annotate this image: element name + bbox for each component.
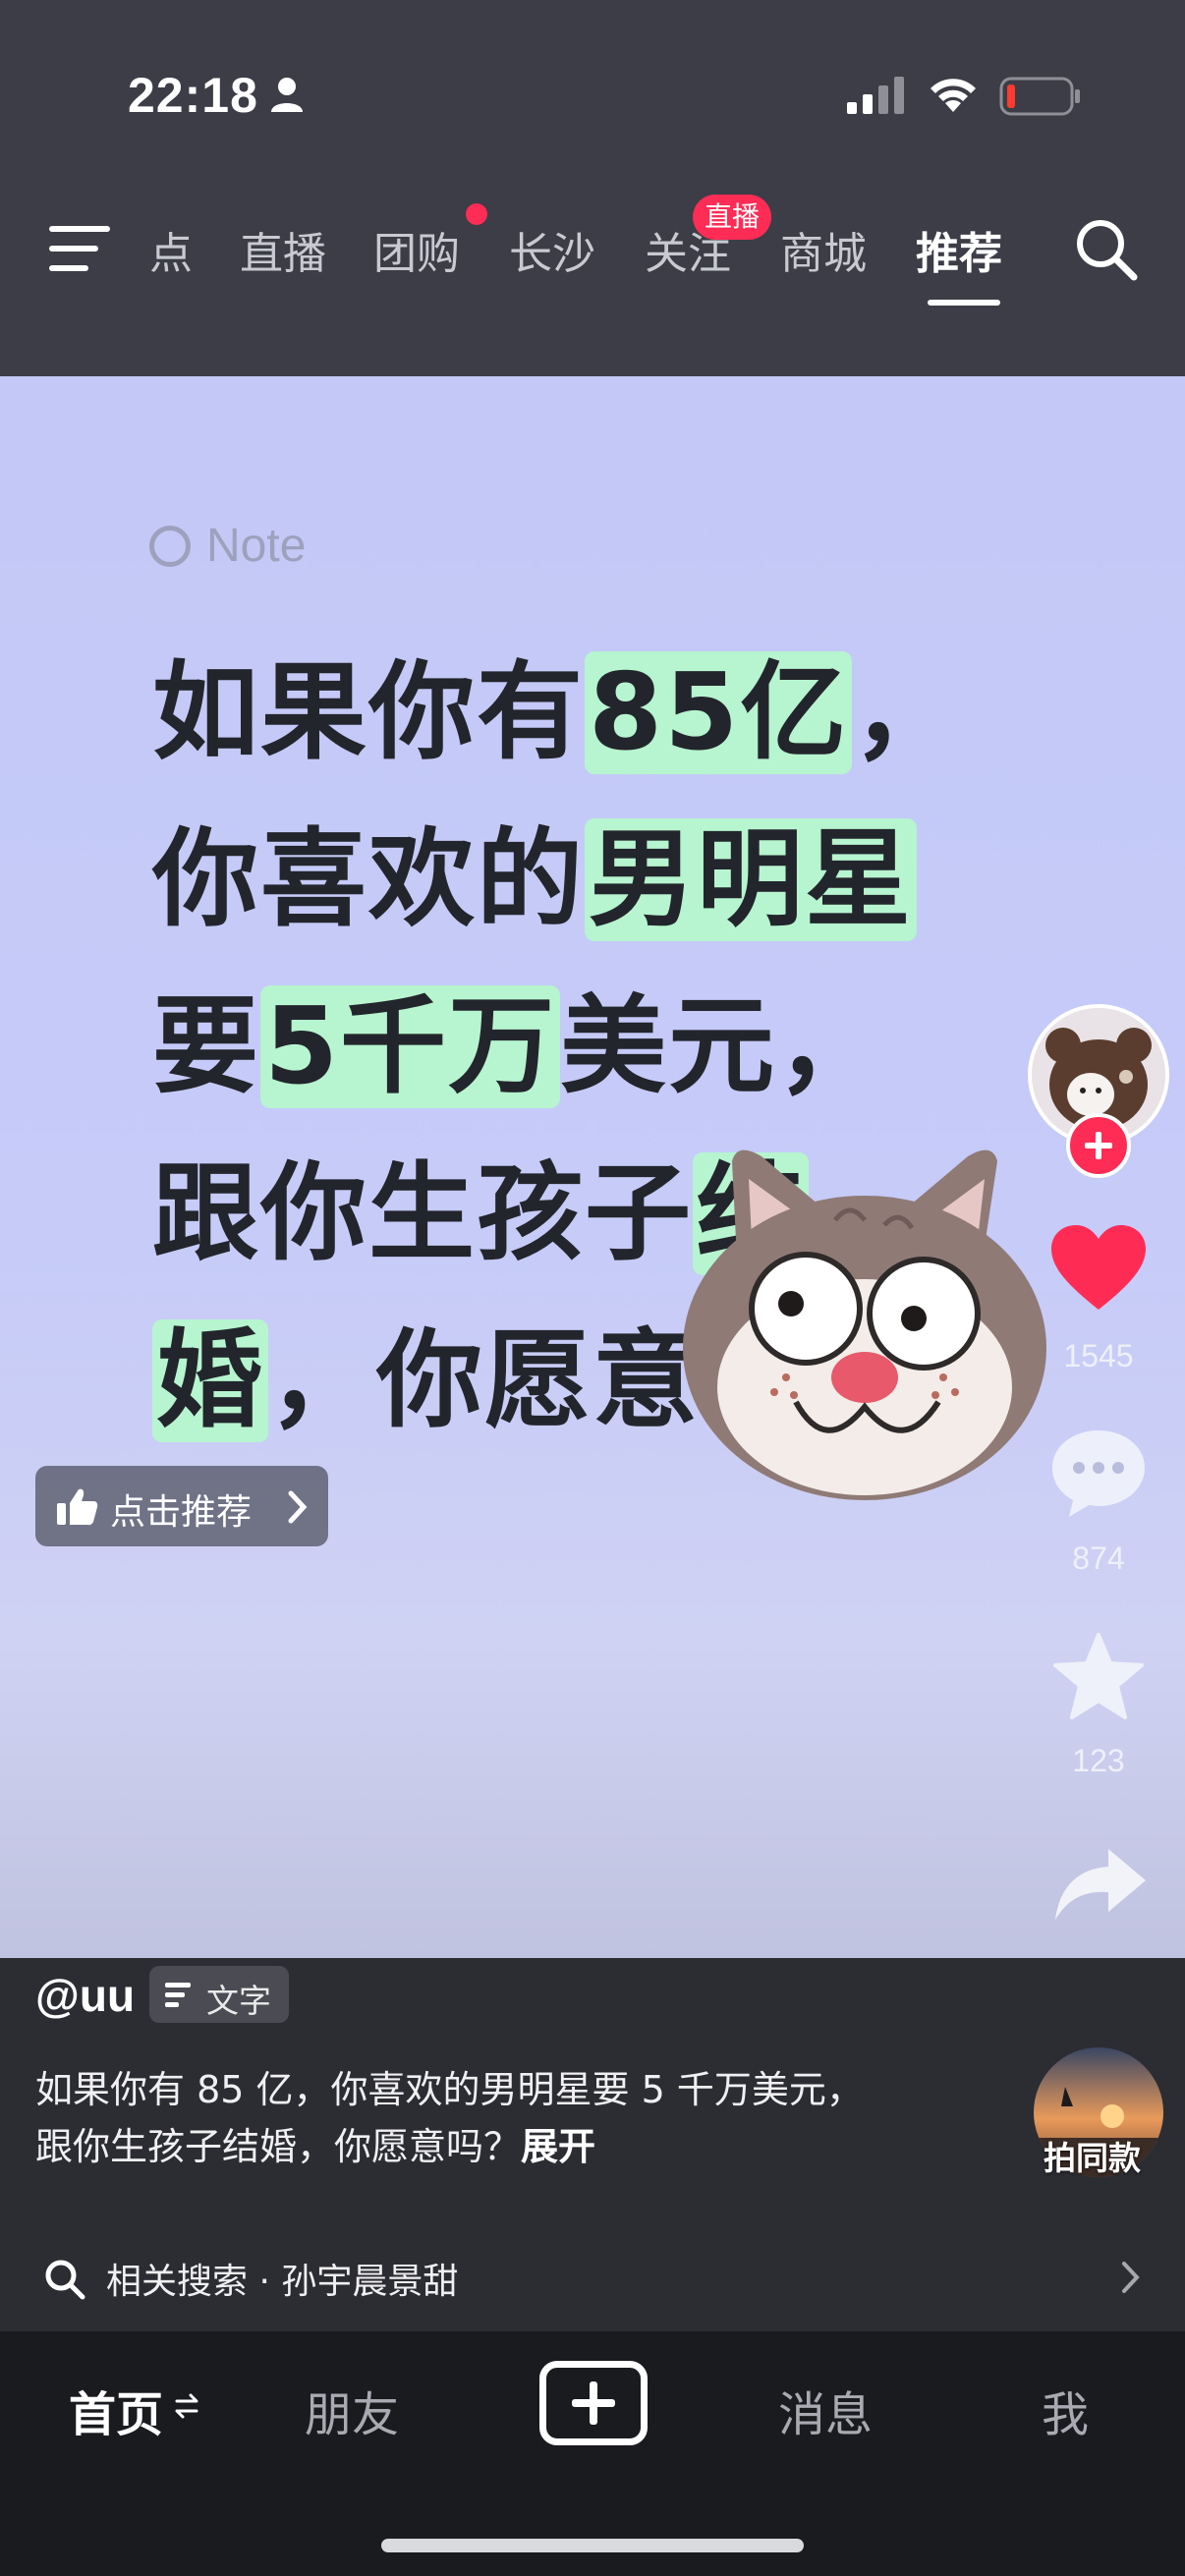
search-icon[interactable] bbox=[1073, 216, 1142, 285]
tab-dian[interactable]: 点 bbox=[149, 218, 193, 281]
live-badge: 直播 bbox=[693, 195, 772, 240]
post-type-tag: 文字 bbox=[149, 1966, 289, 2023]
type-tag-label: 文字 bbox=[206, 1982, 271, 2020]
headline-highlight: 85亿 bbox=[585, 651, 853, 774]
nav-me[interactable]: 我 bbox=[1042, 2376, 1089, 2444]
headline-text: ， bbox=[852, 651, 961, 774]
headline-text: 跟你生孩子 bbox=[152, 1152, 694, 1275]
star-icon[interactable] bbox=[1051, 1631, 1146, 1721]
post-description[interactable]: 如果你有 85 亿，你喜欢的男明星要 5 千万美元，跟你生孩子结婚，你愿意吗？展… bbox=[35, 2061, 900, 2175]
battery-icon bbox=[999, 77, 1080, 116]
active-tab-indicator bbox=[928, 300, 1000, 306]
status-time: 22:18 bbox=[128, 68, 258, 123]
chevron-right-icon bbox=[288, 1490, 308, 1524]
comment-count: 874 bbox=[1072, 1540, 1125, 1576]
headline-line-3: 要5千万美元， bbox=[152, 964, 1017, 1131]
related-search-label[interactable]: 相关搜索 · 孙宇晨景甜 bbox=[106, 2253, 458, 2304]
note-logo-icon bbox=[149, 526, 191, 567]
headline-text: 美元， bbox=[560, 985, 885, 1108]
tab-recommend[interactable]: 推荐 bbox=[916, 218, 1002, 281]
nav-messages[interactable]: 消息 bbox=[778, 2376, 873, 2444]
signal-icon bbox=[847, 77, 904, 114]
status-bar: 22:18 bbox=[0, 0, 1185, 187]
wifi-icon bbox=[931, 79, 976, 112]
author-handle[interactable]: @uu bbox=[35, 1969, 135, 2022]
favorite-count: 123 bbox=[1072, 1743, 1125, 1778]
nav-friends[interactable]: 朋友 bbox=[305, 2376, 399, 2444]
headline-text: 如果你有 bbox=[152, 651, 586, 774]
headline-highlight: 婚 bbox=[152, 1319, 269, 1442]
create-post-button[interactable] bbox=[539, 2361, 648, 2445]
headline-line-2: 你喜欢的男明星 bbox=[152, 797, 1017, 964]
menu-icon[interactable] bbox=[49, 224, 112, 273]
description-text: 如果你有 85 亿，你喜欢的男明星要 5 千万美元，跟你生孩子结婚，你愿意吗？ bbox=[35, 2068, 864, 2168]
expand-link[interactable]: 展开 bbox=[521, 2125, 595, 2168]
headline-text: 你喜欢的 bbox=[152, 818, 586, 941]
home-indicator bbox=[381, 2539, 804, 2552]
share-icon[interactable] bbox=[1053, 1845, 1148, 1924]
note-label: Note bbox=[206, 520, 307, 572]
tab-live[interactable]: 直播 bbox=[240, 218, 326, 281]
recommend-label: 点击推荐 bbox=[110, 1492, 253, 1533]
headline-text: 要 bbox=[152, 985, 261, 1108]
headline-highlight: 5千万 bbox=[260, 985, 561, 1108]
tab-group-buy[interactable]: 团购 bbox=[373, 218, 460, 281]
recommend-button[interactable]: 点击推荐 bbox=[35, 1466, 328, 1546]
related-search-icon bbox=[45, 2260, 85, 2300]
chevron-right-icon bbox=[1122, 2262, 1140, 2293]
comment-icon[interactable] bbox=[1049, 1427, 1148, 1519]
same-style-label: 拍同款 bbox=[1044, 2139, 1141, 2177]
switch-arrows-icon[interactable] bbox=[175, 2391, 198, 2421]
headline-line-1: 如果你有85亿， bbox=[152, 630, 1017, 797]
follow-button[interactable] bbox=[1066, 1113, 1131, 1178]
tab-mall[interactable]: 商城 bbox=[780, 218, 867, 281]
nav-home[interactable]: 首页 bbox=[69, 2376, 163, 2444]
heart-icon[interactable] bbox=[1049, 1223, 1148, 1314]
text-lines-icon bbox=[165, 1983, 191, 2007]
tab-changsha[interactable]: 长沙 bbox=[509, 218, 595, 281]
notification-dot bbox=[466, 203, 487, 225]
thumbs-up-icon bbox=[57, 1488, 98, 1526]
like-count: 1545 bbox=[1063, 1338, 1134, 1373]
cat-emoji-sticker bbox=[683, 1149, 1046, 1500]
headline-highlight: 男明星 bbox=[585, 818, 918, 941]
person-icon bbox=[271, 78, 303, 112]
